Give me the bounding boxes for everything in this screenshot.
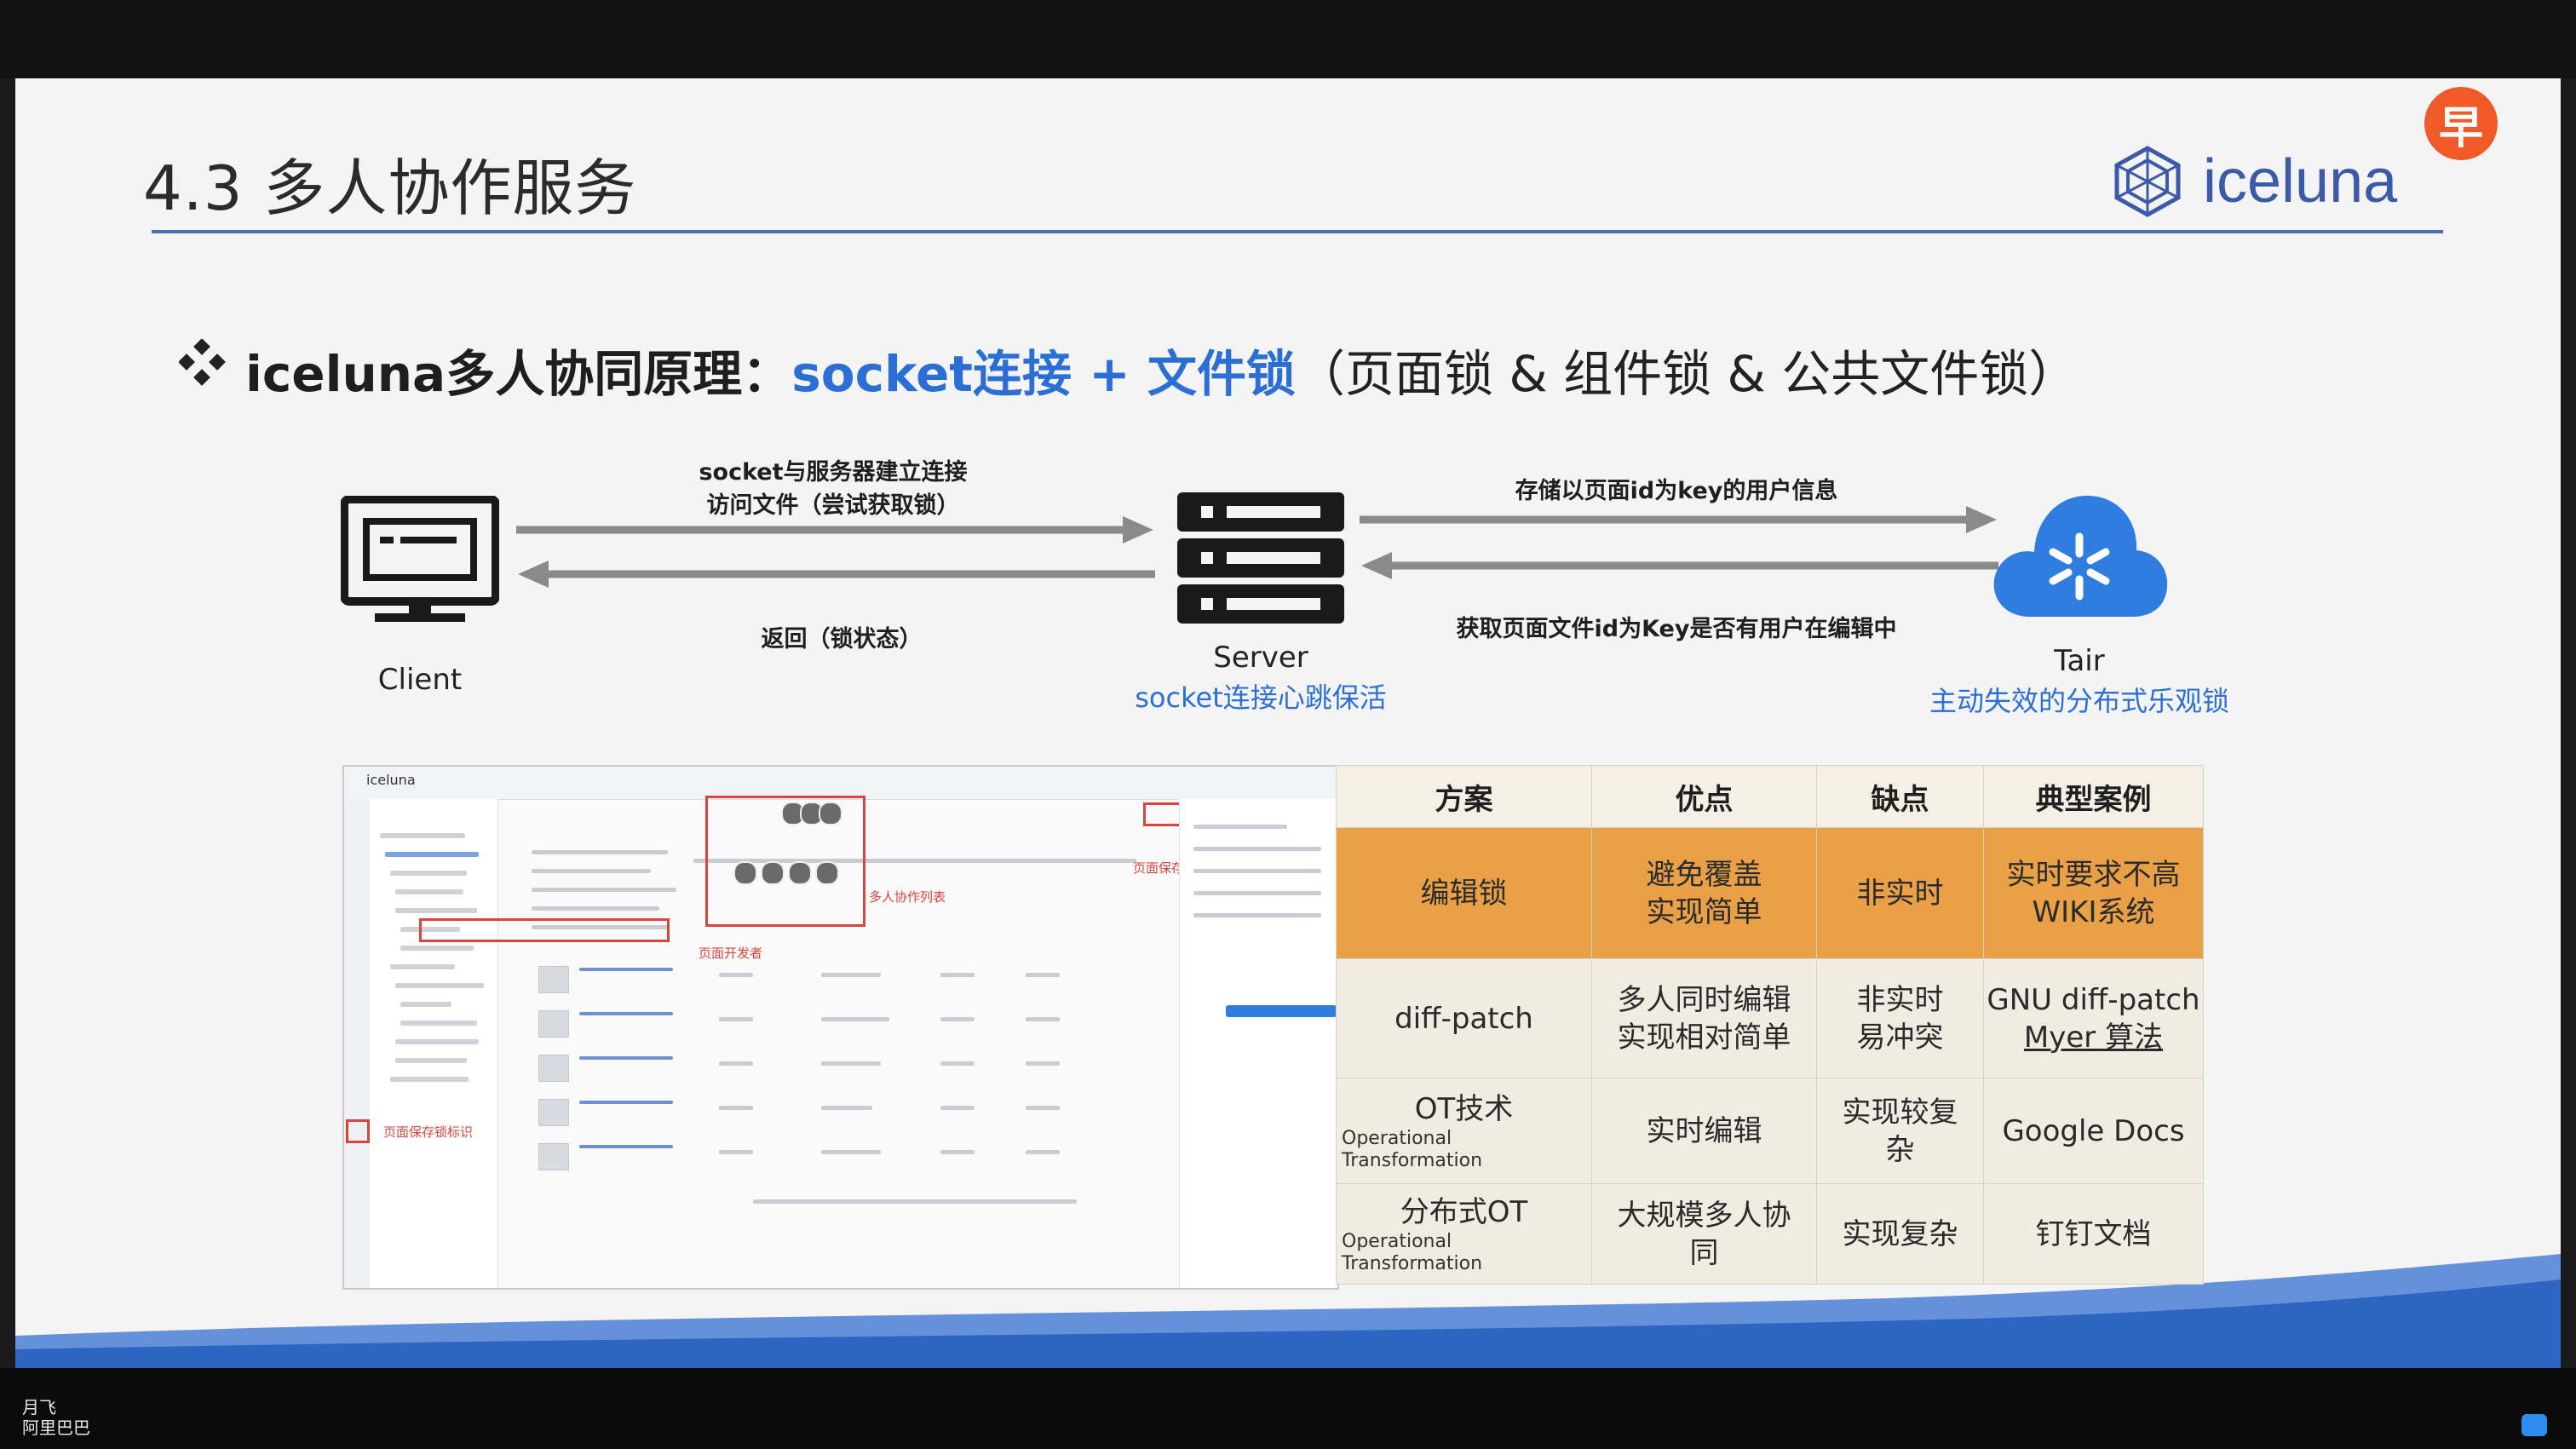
header-cons: 缺点 bbox=[1816, 765, 1984, 828]
cell-line: GNU diff-patch bbox=[1987, 982, 2200, 1017]
header-pros: 优点 bbox=[1591, 765, 1817, 828]
tair-subtitle: 主动失效的分布式乐观锁 bbox=[1929, 685, 2229, 717]
editor-component-tree bbox=[370, 799, 498, 1288]
video-bottom-bar bbox=[0, 1368, 2576, 1449]
table-row: diff-patch 多人同时编辑 实现相对简单 非实时 易冲突 GNU diff-… bbox=[1336, 958, 2204, 1078]
headline-highlight: socket连接 + 文件锁 bbox=[791, 345, 1297, 403]
editor-properties-panel bbox=[1179, 799, 1337, 1288]
cell-line: 分布式OT bbox=[1400, 1194, 1528, 1229]
cell-cons: 实现复杂 bbox=[1816, 1183, 1984, 1285]
editor-brand: iceluna bbox=[366, 772, 416, 788]
cell-cases: 实时要求不高 WIKI系统 bbox=[1983, 827, 2204, 959]
page-developer-label: 页面开发者 bbox=[699, 946, 763, 961]
cell-scheme: diff-patch bbox=[1336, 958, 1592, 1078]
arrow-label-query: 获取页面文件id为Key是否有用户在编辑中 bbox=[1456, 616, 1897, 642]
title-divider bbox=[152, 230, 2443, 233]
cell-cases: Google Docs bbox=[1983, 1078, 2204, 1184]
cell-line: 易冲突 bbox=[1856, 1020, 1944, 1055]
editor-blue-button bbox=[1226, 1005, 1337, 1017]
cell-cases: 钉钉文档 bbox=[1983, 1183, 2204, 1285]
editor-screenshot: iceluna 多人协作列表 页面开发者 页面保存锁 页面保存锁标识 bbox=[342, 765, 1339, 1290]
arrow-client-to-server bbox=[516, 516, 1153, 543]
cell-line: 同 bbox=[1689, 1235, 1719, 1270]
cell-pros: 实时编辑 bbox=[1591, 1078, 1817, 1184]
server-label: Server bbox=[1213, 641, 1308, 675]
editor-main-area: 多人协作列表 页面开发者 页面保存锁 bbox=[419, 796, 1199, 1288]
cell-pros: 避免覆盖 实现简单 bbox=[1591, 827, 1817, 959]
arrow-label-return: 返回（锁状态） bbox=[761, 626, 923, 653]
chat-icon[interactable] bbox=[2521, 1414, 2547, 1436]
video-top-bar bbox=[0, 0, 2576, 78]
client-monitor-icon bbox=[341, 496, 499, 622]
cell-scheme: 分布式OT Operational Transformation bbox=[1336, 1183, 1592, 1285]
comparison-table: 方案 优点 缺点 典型案例 编辑锁 避免覆盖 实现简单 非实时 实时要求不高 WIK… bbox=[1336, 765, 2204, 1285]
diamond-bullet-icon bbox=[179, 339, 226, 386]
cell-line: 实现相对简单 bbox=[1617, 1020, 1791, 1055]
tair-label: Tair bbox=[2054, 644, 2105, 678]
scheme-english-name: Operational Transformation bbox=[1342, 1127, 1483, 1171]
arrow-tair-to-server bbox=[1361, 552, 1998, 579]
headline-trail: （页面锁 & 组件锁 & 公共文件锁） bbox=[1296, 345, 2079, 403]
speaker-caption: 月飞 阿里巴巴 bbox=[22, 1397, 90, 1438]
client-label: Client bbox=[377, 663, 463, 697]
arrow-label-connect-line1: socket与服务器建立连接 bbox=[699, 459, 968, 486]
table-row: 分布式OT Operational Transformation 大规模多人协同 … bbox=[1336, 1183, 2204, 1285]
scheme-english-name: Operational Transformation bbox=[1342, 1230, 1483, 1274]
cell-pros: 大规模多人协同 bbox=[1591, 1183, 1817, 1285]
cell-line: OT技术 bbox=[1414, 1091, 1514, 1126]
iceluna-logo-icon bbox=[2114, 146, 2181, 217]
cell-cases: GNU diff-patch Myer 算法 bbox=[1983, 958, 2204, 1078]
arrow-label-connect: socket与服务器建立连接 访问文件（尝试获取锁） bbox=[646, 453, 1021, 520]
video-right-edge bbox=[2561, 78, 2576, 1368]
cell-cons: 非实时 易冲突 bbox=[1816, 958, 1984, 1078]
table-row: OT技术 Operational Transformation 实时编辑 实现较复… bbox=[1336, 1078, 2204, 1184]
cell-cons: 实现较复杂 bbox=[1816, 1078, 1984, 1184]
headline-lead: iceluna多人协同原理： bbox=[245, 345, 792, 403]
iceluna-logo: iceluna bbox=[2111, 145, 2397, 218]
server-rack-icon bbox=[1177, 492, 1344, 624]
cell-line: 实现较复 bbox=[1842, 1095, 1958, 1130]
cell-scheme: 编辑锁 bbox=[1336, 827, 1592, 959]
editor-icon-rail bbox=[344, 799, 371, 1288]
page-lock-box bbox=[419, 918, 670, 942]
cell-line: 非实时 bbox=[1856, 982, 1944, 1017]
table-row: 编辑锁 避免覆盖 实现简单 非实时 实时要求不高 WIKI系统 bbox=[1336, 827, 2204, 959]
collab-list-label: 多人协作列表 bbox=[869, 889, 946, 905]
arrow-label-store: 存储以页面id为key的用户信息 bbox=[1515, 478, 1838, 504]
video-left-edge bbox=[0, 78, 15, 1368]
cell-line: 避免覆盖 bbox=[1646, 857, 1762, 892]
presenter-badge: 早 bbox=[2424, 87, 2498, 160]
tair-cloud-icon bbox=[1993, 495, 2168, 617]
slide-title: 4.3 多人协作服务 bbox=[143, 152, 637, 224]
presentation-slide: 4.3 多人协作服务 iceluna 早 iceluna多人协同原理：socke… bbox=[15, 78, 2561, 1368]
cell-line: 杂 bbox=[1885, 1132, 1915, 1167]
header-scheme: 方案 bbox=[1336, 765, 1592, 828]
cell-scheme: OT技术 Operational Transformation bbox=[1336, 1078, 1592, 1184]
speaker-org: 阿里巴巴 bbox=[22, 1417, 90, 1438]
cell-line: 实时要求不高 bbox=[2006, 857, 2181, 892]
table-header-row: 方案 优点 缺点 典型案例 bbox=[1336, 765, 2204, 828]
cell-pros: 多人同时编辑 实现相对简单 bbox=[1591, 958, 1817, 1078]
cell-line: 实现简单 bbox=[1646, 894, 1762, 929]
header-cases: 典型案例 bbox=[1983, 765, 2204, 828]
principle-headline: iceluna多人协同原理：socket连接 + 文件锁（页面锁 & 组件锁 &… bbox=[179, 334, 2079, 405]
arrow-server-to-client bbox=[518, 561, 1155, 588]
save-lock-mark-label: 页面保存锁标识 bbox=[383, 1124, 474, 1140]
arrow-server-to-tair bbox=[1360, 506, 1997, 533]
cell-line: 大规模多人协 bbox=[1617, 1198, 1791, 1233]
server-subtitle: socket连接心跳保活 bbox=[1135, 681, 1387, 714]
cell-line: 多人同时编辑 bbox=[1617, 982, 1791, 1017]
logo-wordmark: iceluna bbox=[2203, 147, 2398, 216]
cell-line: Myer 算法 bbox=[2023, 1020, 2164, 1055]
cell-line: WIKI系统 bbox=[2032, 894, 2155, 929]
save-lock-mark-box bbox=[346, 1119, 370, 1143]
cell-cons: 非实时 bbox=[1816, 827, 1984, 959]
speaker-name: 月飞 bbox=[22, 1397, 56, 1417]
collab-list-box bbox=[705, 796, 865, 927]
